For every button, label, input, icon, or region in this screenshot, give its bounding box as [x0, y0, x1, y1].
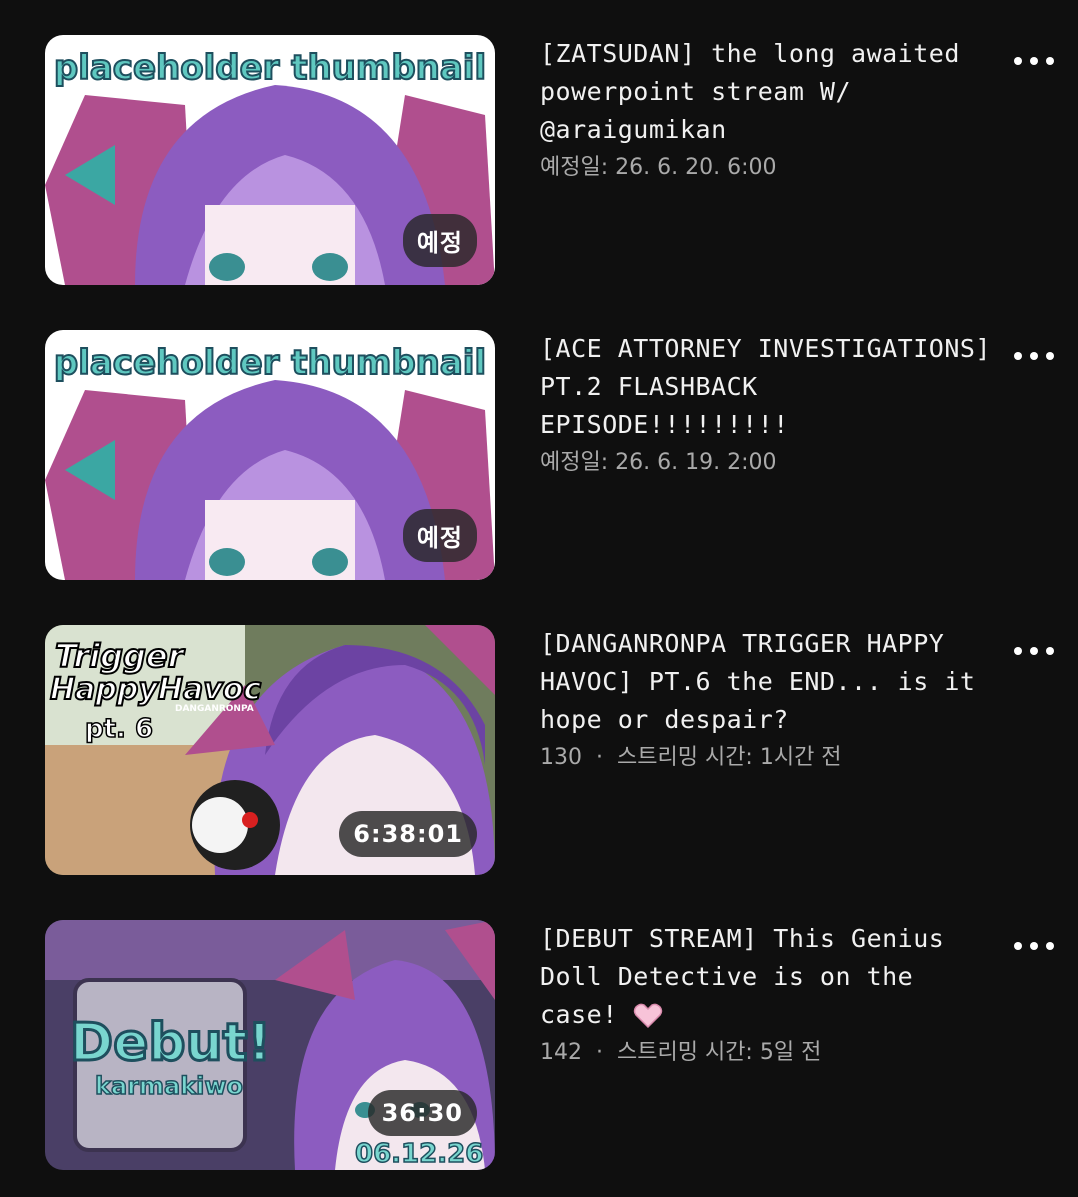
video-info: [ACE ATTORNEY INVESTIGATIONS] PT.2 FLASH…: [540, 330, 1000, 480]
video-title[interactable]: [ZATSUDAN] the long awaited powerpoint s…: [540, 35, 1000, 149]
video-meta: 142 · 스트리밍 시간: 5일 전: [540, 1036, 1000, 1070]
thumbnail-caption: placeholder thumbnail: [54, 343, 486, 383]
more-vert-icon[interactable]: [1014, 934, 1054, 958]
thumbnail-caption: Debut!: [70, 1013, 271, 1073]
duration-badge: 36:30: [367, 1090, 477, 1136]
video-item[interactable]: placeholder thumbnail 예정 [ZATSUDAN] the …: [0, 35, 1078, 285]
video-title-text: [DEBUT STREAM] This Genius Doll Detectiv…: [540, 924, 945, 1029]
thumbnail-caption: DANGANRONPA: [175, 704, 254, 714]
thumbnail-caption: HappyHavoc: [50, 672, 261, 707]
thumbnail-caption: pt. 6: [85, 714, 153, 744]
video-item[interactable]: Debut! karmakiwo 06.12.26 36:30 [DEBUT S…: [0, 920, 1078, 1170]
thumbnail-caption: Trigger: [55, 637, 186, 675]
streamed-time: 스트리밍 시간: 1시간 전: [617, 745, 842, 770]
more-vert-icon[interactable]: [1014, 639, 1054, 663]
upcoming-badge: 예정: [402, 214, 477, 267]
meta-separator: ·: [596, 745, 603, 770]
thumbnail-caption: 06.12.26: [355, 1139, 483, 1169]
view-count: 130: [540, 745, 582, 770]
video-title[interactable]: [ACE ATTORNEY INVESTIGATIONS] PT.2 FLASH…: [540, 330, 1000, 444]
video-item[interactable]: Trigger HappyHavoc DANGANRONPA pt. 6 6:3…: [0, 625, 1078, 875]
duration-badge: 6:38:01: [339, 811, 477, 857]
more-vert-icon[interactable]: [1014, 49, 1054, 73]
video-thumbnail[interactable]: placeholder thumbnail 예정: [45, 330, 495, 580]
video-thumbnail[interactable]: Trigger HappyHavoc DANGANRONPA pt. 6 6:3…: [45, 625, 495, 875]
video-info: [DEBUT STREAM] This Genius Doll Detectiv…: [540, 920, 1000, 1070]
more-vert-icon[interactable]: [1014, 344, 1054, 368]
video-item[interactable]: placeholder thumbnail 예정 [ACE ATTORNEY I…: [0, 330, 1078, 580]
upcoming-badge: 예정: [402, 509, 477, 562]
video-title[interactable]: [DANGANRONPA TRIGGER HAPPY HAVOC] PT.6 t…: [540, 625, 1000, 739]
video-thumbnail[interactable]: Debut! karmakiwo 06.12.26 36:30: [45, 920, 495, 1170]
pink-heart-icon: [634, 1003, 663, 1029]
video-info: [ZATSUDAN] the long awaited powerpoint s…: [540, 35, 1000, 185]
video-info: [DANGANRONPA TRIGGER HAPPY HAVOC] PT.6 t…: [540, 625, 1000, 775]
thumbnail-caption: karmakiwo: [95, 1072, 243, 1100]
scheduled-date: 예정일: 26. 6. 19. 2:00: [540, 450, 777, 475]
meta-separator: ·: [596, 1040, 603, 1065]
video-title[interactable]: [DEBUT STREAM] This Genius Doll Detectiv…: [540, 920, 1000, 1034]
view-count: 142: [540, 1040, 582, 1065]
thumbnail-caption: placeholder thumbnail: [54, 48, 486, 88]
video-thumbnail[interactable]: placeholder thumbnail 예정: [45, 35, 495, 285]
video-meta: 130 · 스트리밍 시간: 1시간 전: [540, 741, 1000, 775]
scheduled-date: 예정일: 26. 6. 20. 6:00: [540, 155, 777, 180]
streamed-time: 스트리밍 시간: 5일 전: [617, 1040, 822, 1065]
